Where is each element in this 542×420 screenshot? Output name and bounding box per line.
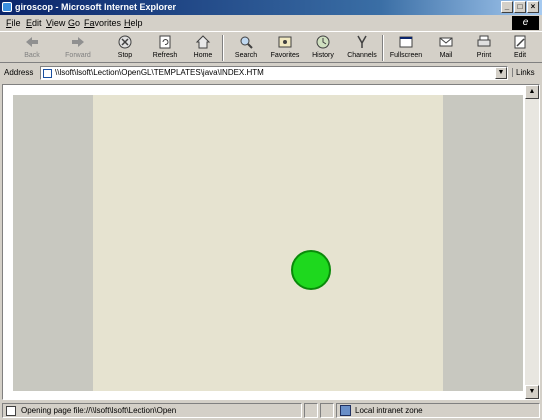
refresh-icon: [159, 35, 171, 49]
edit-button[interactable]: Edit: [500, 34, 540, 59]
back-arrow-icon: [26, 37, 38, 47]
ie-logo-icon: [2, 2, 12, 12]
toolbar-separator: [222, 35, 224, 61]
print-icon: [477, 35, 491, 47]
home-icon: [195, 35, 211, 49]
back-button[interactable]: Back: [12, 34, 52, 59]
ie-throbber-icon: e: [512, 16, 539, 30]
title-bar[interactable]: giroscop - Microsoft Internet Explorer _…: [0, 0, 542, 15]
zone-pane: Local intranet zone: [336, 403, 540, 418]
menu-edit[interactable]: Edit: [26, 18, 42, 28]
menu-go[interactable]: Go: [68, 18, 80, 28]
intranet-zone-icon: [340, 405, 351, 416]
status-message: Opening page file://\\lsoft\lsoft\Lectio…: [21, 406, 177, 415]
status-pane-empty: [304, 403, 318, 418]
toolbar-separator: [382, 35, 384, 61]
zone-label: Local intranet zone: [355, 406, 423, 415]
search-icon: [240, 36, 253, 49]
address-value: \\lsoft\lsoft\Lection\OpenGL\TEMPLATES\j…: [55, 68, 264, 77]
scroll-up-button[interactable]: ▲: [525, 85, 539, 99]
menu-bar: File Edit View Go Favorites Help: [0, 15, 542, 31]
left-panel: [13, 95, 93, 391]
address-label: Address: [4, 68, 34, 77]
stop-icon: [118, 35, 132, 49]
address-input[interactable]: \\lsoft\lsoft\Lection\OpenGL\TEMPLATES\j…: [40, 66, 508, 80]
toolbar: Back Forward Stop Refresh Home Search Fa…: [0, 31, 542, 63]
close-button[interactable]: ×: [527, 1, 539, 13]
forward-arrow-icon: [72, 37, 84, 47]
home-button[interactable]: Home: [183, 34, 223, 59]
status-message-pane: Opening page file://\\lsoft\lsoft\Lectio…: [2, 403, 302, 418]
edit-icon: [514, 35, 526, 49]
menu-favorites[interactable]: Favorites: [84, 18, 121, 28]
green-ball: [291, 250, 331, 290]
menu-help[interactable]: Help: [124, 18, 143, 28]
history-button[interactable]: History: [303, 34, 343, 59]
right-panel: [443, 95, 523, 391]
address-dropdown-button[interactable]: ▼: [495, 67, 507, 79]
channels-button[interactable]: Channels: [342, 34, 382, 59]
mail-icon: [439, 37, 453, 47]
forward-button[interactable]: Forward: [58, 34, 98, 59]
mail-button[interactable]: Mail: [426, 34, 466, 59]
status-bar: Opening page file://\\lsoft\lsoft\Lectio…: [0, 401, 542, 420]
window-title: giroscop - Microsoft Internet Explorer: [15, 2, 177, 12]
scroll-down-button[interactable]: ▼: [525, 385, 539, 399]
minimize-button[interactable]: _: [501, 1, 513, 13]
refresh-button[interactable]: Refresh: [145, 34, 185, 59]
status-pane-empty: [320, 403, 334, 418]
browser-content: ▲ ▼: [2, 84, 540, 400]
channels-icon: [357, 35, 367, 48]
stop-button[interactable]: Stop: [105, 34, 145, 59]
menu-file[interactable]: File: [6, 18, 21, 28]
applet-area: [13, 95, 523, 391]
vertical-scrollbar[interactable]: ▲ ▼: [525, 85, 539, 399]
maximize-button[interactable]: □: [514, 1, 526, 13]
history-icon: [316, 35, 330, 49]
fullscreen-icon: [399, 36, 413, 48]
menu-view[interactable]: View: [46, 18, 65, 28]
fullscreen-button[interactable]: Fullscreen: [386, 34, 426, 59]
links-button[interactable]: Links: [512, 68, 535, 77]
search-button[interactable]: Search: [226, 34, 266, 59]
favorites-button[interactable]: Favorites: [265, 34, 305, 59]
address-bar: Address \\lsoft\lsoft\Lection\OpenGL\TEM…: [0, 64, 542, 82]
print-button[interactable]: Print: [464, 34, 504, 59]
favorites-icon: [278, 36, 292, 48]
page-icon: [43, 69, 52, 78]
loading-page-icon: [6, 406, 16, 416]
